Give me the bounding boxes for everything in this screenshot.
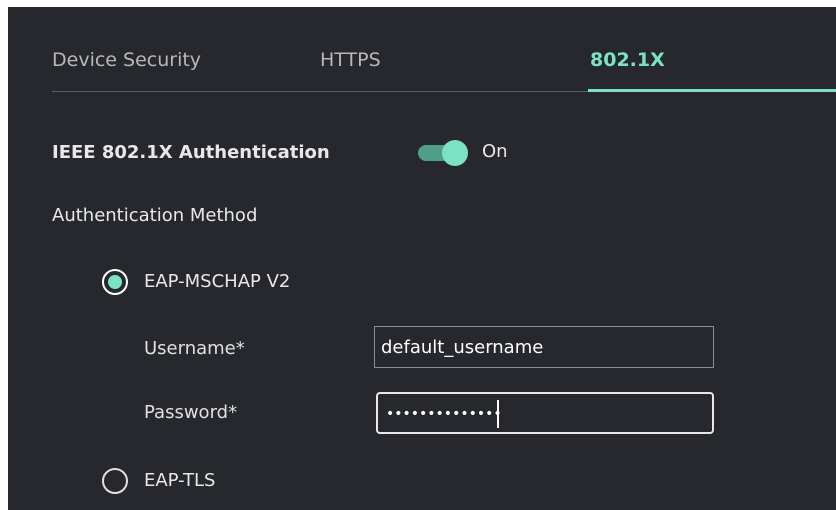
ieee-auth-toggle[interactable]	[416, 140, 468, 166]
toggle-knob	[442, 140, 468, 166]
password-input[interactable]: ••••••••••••••	[376, 392, 714, 434]
radio-checked-icon	[108, 275, 122, 289]
password-label: Password*	[144, 402, 238, 423]
tab-bar: Device Security HTTPS 802.1X	[8, 7, 836, 95]
username-input[interactable]	[374, 326, 714, 368]
security-settings-panel: Device Security HTTPS 802.1X IEEE 802.1X…	[8, 7, 836, 510]
eap-tls-label[interactable]: EAP-TLS	[144, 469, 215, 493]
eap-mschap-radio[interactable]	[102, 269, 128, 295]
ieee-auth-label: IEEE 802.1X Authentication	[52, 142, 330, 163]
text-caret	[497, 400, 499, 428]
ieee-auth-state: On	[482, 141, 508, 162]
tab-802-1x[interactable]: 802.1X	[590, 48, 665, 72]
eap-mschap-label[interactable]: EAP-MSCHAP V2	[144, 270, 290, 294]
auth-method-label: Authentication Method	[52, 205, 258, 226]
tab-https[interactable]: HTTPS	[320, 48, 381, 72]
password-mask: ••••••••••••••	[386, 406, 502, 422]
eap-tls-radio[interactable]	[102, 468, 128, 494]
active-tab-indicator	[588, 89, 836, 92]
username-label: Username*	[144, 338, 245, 359]
tab-device-security[interactable]: Device Security	[52, 48, 201, 72]
